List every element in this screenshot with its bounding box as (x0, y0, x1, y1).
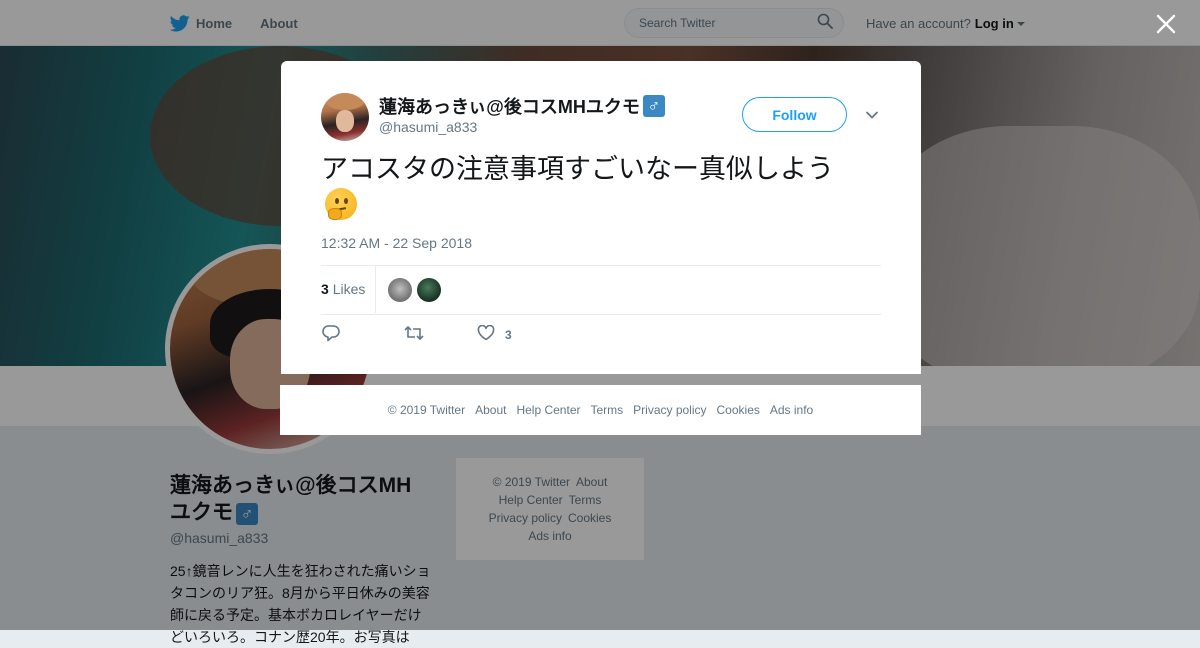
likes-label: Likes (332, 281, 366, 297)
modal-footer: © 2019 Twitter About Help Center Terms P… (280, 385, 921, 435)
tweet-author-avatar[interactable] (321, 93, 369, 141)
tweet-text-body: アコスタの注意事項すごいなー真似しよう (321, 154, 834, 184)
male-sign-badge: ♂ (642, 95, 665, 117)
avatar-face-shape (336, 110, 354, 132)
footer-link[interactable]: Privacy policy (633, 403, 706, 417)
liker-avatar[interactable] (388, 278, 412, 302)
tweet-actions: 3 (321, 324, 512, 347)
tweet-timestamp[interactable]: 12:32 AM - 22 Sep 2018 (321, 235, 472, 251)
footer-link[interactable]: Ads info (770, 403, 813, 417)
heart-icon (477, 324, 495, 346)
likes-stat[interactable]: 3 Likes (321, 281, 365, 297)
stats-divider (375, 266, 376, 313)
tweet-author-handle[interactable]: @hasumi_a833 (379, 119, 477, 135)
tweet-author-name[interactable]: 蓮海あっきぃ@後コスMHユクモ ♂ (379, 93, 665, 119)
thinking-face-icon (325, 187, 357, 220)
avatar-hat-shape (325, 93, 365, 110)
footer-link[interactable]: Terms (590, 403, 623, 417)
emoji-eye (335, 197, 339, 204)
reply-button[interactable] (321, 324, 341, 347)
chevron-down-icon[interactable] (865, 108, 879, 122)
liker-avatar[interactable] (417, 278, 441, 302)
emoji-eye (344, 197, 348, 204)
tweet-author-name-text: 蓮海あっきぃ@後コスMHユクモ (379, 97, 640, 117)
follow-button[interactable]: Follow (742, 97, 847, 132)
emoji-hand (328, 207, 342, 220)
reply-icon (321, 324, 341, 347)
tweet-stats: 3 Likes (321, 265, 881, 315)
footer-link[interactable]: About (475, 403, 506, 417)
tweet-text: アコスタの注意事項すごいなー真似しよう (321, 153, 881, 220)
like-count: 3 (505, 328, 512, 342)
close-icon[interactable] (1154, 12, 1178, 36)
retweet-icon (403, 324, 425, 347)
retweet-button[interactable] (403, 324, 425, 347)
footer-link[interactable]: Cookies (717, 403, 760, 417)
footer-link[interactable]: Help Center (516, 403, 580, 417)
tweet-permalink-modal: 蓮海あっきぃ@後コスMHユクモ ♂ @hasumi_a833 Follow アコ… (281, 61, 921, 374)
footer-link[interactable]: © 2019 Twitter (388, 403, 465, 417)
likes-number: 3 (321, 281, 329, 297)
like-button[interactable]: 3 (477, 324, 512, 346)
